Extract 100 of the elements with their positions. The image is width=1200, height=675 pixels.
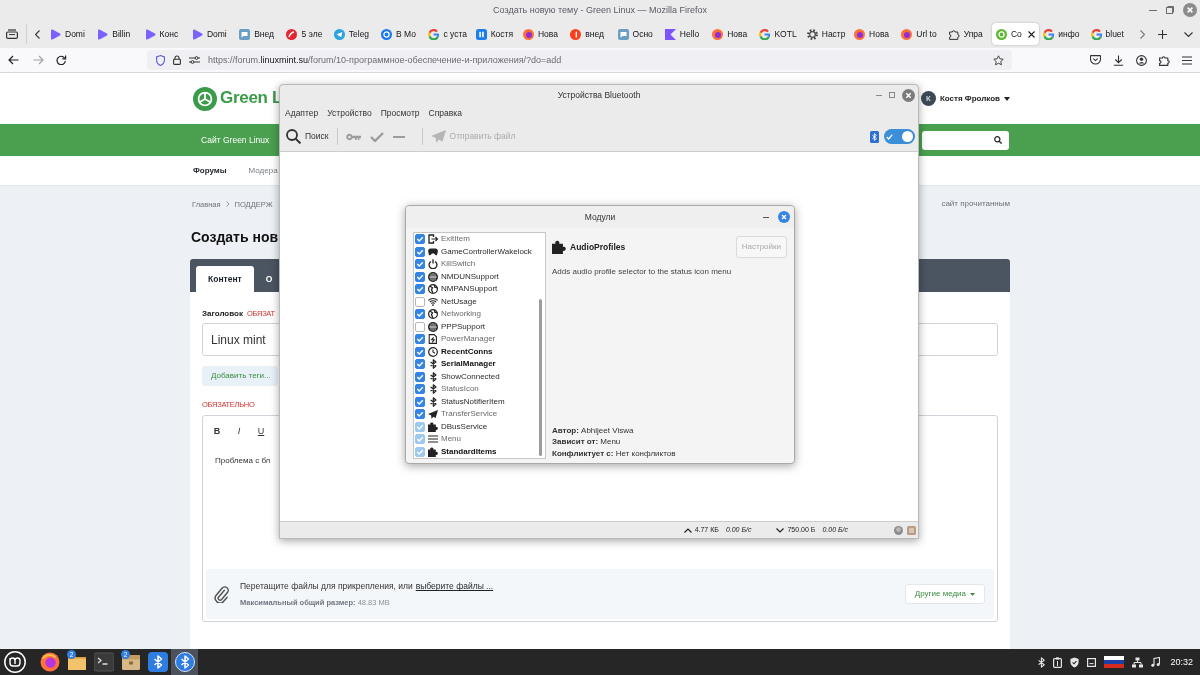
checkbox[interactable] bbox=[415, 384, 425, 395]
menu-item[interactable]: Справка bbox=[428, 108, 462, 119]
search-button[interactable]: Поиск bbox=[286, 129, 329, 144]
checkbox[interactable] bbox=[415, 359, 425, 370]
square-icon[interactable] bbox=[1087, 657, 1097, 667]
checkbox[interactable] bbox=[415, 334, 425, 345]
close-icon[interactable] bbox=[1028, 30, 1036, 38]
plugin-list-item[interactable]: NMDUNSupport bbox=[414, 270, 537, 283]
plugin-list-item[interactable]: ExitItem bbox=[414, 233, 537, 246]
browser-tab[interactable]: Внед bbox=[235, 23, 283, 45]
plugin-list-item[interactable]: RecentConns bbox=[414, 345, 537, 358]
nav-tab[interactable]: Форумы bbox=[193, 165, 227, 176]
lock-icon[interactable] bbox=[173, 55, 181, 65]
flag-icon[interactable] bbox=[1104, 656, 1125, 668]
browser-tab[interactable]: Domi bbox=[46, 23, 94, 45]
power-switch[interactable] bbox=[884, 129, 915, 144]
logo-icon[interactable] bbox=[193, 86, 217, 111]
minimize-icon[interactable] bbox=[763, 216, 769, 218]
menu-item[interactable]: Устройство bbox=[327, 108, 372, 119]
search-field[interactable] bbox=[922, 130, 1009, 150]
reload-icon[interactable] bbox=[56, 55, 67, 65]
format-button[interactable]: I bbox=[228, 425, 250, 437]
download-icon[interactable] bbox=[1113, 54, 1124, 66]
network-icon[interactable] bbox=[1132, 656, 1144, 668]
plugin-list-item[interactable]: KillSwitch bbox=[414, 258, 537, 271]
chevron-down-icon[interactable] bbox=[1183, 31, 1193, 37]
plugin-list-item[interactable]: NMPANSupport bbox=[414, 283, 537, 296]
plugin-list-item[interactable]: ShowConnected bbox=[414, 370, 537, 383]
plugin-list-item[interactable]: PPPSupport bbox=[414, 320, 537, 333]
extensions-icon[interactable] bbox=[1159, 54, 1170, 66]
other-media-button[interactable]: Другие медиа bbox=[904, 584, 985, 604]
user-avatar[interactable]: К bbox=[920, 91, 936, 106]
form-tab[interactable]: О bbox=[263, 266, 275, 292]
browser-tab[interactable]: Co bbox=[991, 23, 1040, 45]
browser-tab[interactable]: Hello bbox=[660, 23, 709, 45]
nav-tab[interactable]: Модера bbox=[248, 165, 278, 176]
minimize-icon[interactable] bbox=[1149, 9, 1157, 11]
browser-tab[interactable]: Нова bbox=[708, 23, 756, 45]
checkbox[interactable] bbox=[415, 409, 425, 420]
account-icon[interactable] bbox=[1136, 54, 1147, 66]
browser-tab[interactable]: инфо bbox=[1039, 23, 1087, 45]
plugin-list-item[interactable]: NetUsage bbox=[414, 295, 537, 308]
browser-tab[interactable]: 5 эле bbox=[282, 23, 330, 45]
checkbox[interactable] bbox=[415, 321, 425, 332]
bluetooth-icon[interactable] bbox=[1038, 656, 1046, 668]
music-note-icon[interactable] bbox=[1151, 657, 1161, 667]
browser-tab[interactable]: Domi bbox=[187, 23, 236, 45]
clock-text[interactable]: 20:32 bbox=[1170, 656, 1193, 668]
checkbox[interactable] bbox=[415, 346, 425, 357]
clipboard-icon[interactable] bbox=[1053, 656, 1063, 668]
browser-tab[interactable]: Настр bbox=[802, 23, 851, 45]
start-menu-icon[interactable] bbox=[4, 651, 26, 673]
form-tab[interactable]: Контент bbox=[196, 266, 254, 292]
plugin-list-item[interactable]: StatusNotifierItem bbox=[414, 395, 537, 408]
checkbox[interactable] bbox=[415, 234, 425, 245]
browser-tab[interactable]: с уста bbox=[424, 23, 472, 45]
plugin-list-item[interactable]: SerialManager bbox=[414, 358, 537, 371]
checkbox[interactable] bbox=[415, 284, 425, 295]
plugin-list-item[interactable]: GameControllerWakelock bbox=[414, 245, 537, 258]
browser-tab[interactable]: Костя bbox=[471, 23, 519, 45]
checkbox[interactable] bbox=[415, 246, 425, 257]
browser-tab[interactable]: Конс bbox=[140, 23, 188, 45]
address-bar[interactable]: https://forum.linuxmint.su/forum/10-программное-обеспечение-и-приложения/?do=add bbox=[147, 50, 1012, 70]
browser-tab[interactable]: Осно bbox=[613, 23, 661, 45]
format-button[interactable]: U bbox=[250, 425, 272, 437]
scrollbar-thumb[interactable] bbox=[539, 299, 542, 456]
browser-tab[interactable]: Нова bbox=[518, 23, 567, 45]
format-button[interactable]: B bbox=[206, 425, 228, 437]
permissions-icon[interactable] bbox=[189, 56, 200, 64]
chevron-right-icon[interactable] bbox=[1139, 29, 1145, 39]
tab-overview-icon[interactable] bbox=[6, 29, 18, 39]
browser-tab[interactable]: Упра bbox=[944, 23, 992, 45]
bookmark-star-icon[interactable] bbox=[993, 54, 1004, 66]
menu-item[interactable]: Просмотр bbox=[380, 108, 420, 119]
minimize-icon[interactable] bbox=[876, 94, 882, 96]
plugin-list-item[interactable]: PowerManager bbox=[414, 333, 537, 346]
browser-tab[interactable]: Нова bbox=[850, 23, 898, 45]
browser-tab[interactable]: bluet bbox=[1086, 23, 1134, 45]
checkbox[interactable] bbox=[415, 309, 425, 320]
browser-tab[interactable]: KOTL bbox=[755, 23, 803, 45]
mark-read-link[interactable]: сайт прочитанным bbox=[941, 199, 1010, 209]
checkbox[interactable] bbox=[415, 371, 425, 382]
taskbar-button[interactable] bbox=[171, 649, 198, 675]
browser-tab[interactable]: Url to bbox=[897, 23, 945, 45]
new-tab-icon[interactable] bbox=[1157, 29, 1167, 39]
choose-files-link[interactable]: выберите файлы ... bbox=[415, 581, 494, 592]
browser-tab[interactable]: Billin bbox=[93, 23, 141, 45]
plugin-list-item[interactable]: StatusIcon bbox=[414, 383, 537, 396]
browser-tab[interactable]: внед bbox=[566, 23, 614, 45]
chevron-left-icon[interactable] bbox=[35, 29, 40, 39]
add-tags-button[interactable]: Добавить теги... bbox=[202, 366, 278, 386]
checkbox[interactable] bbox=[415, 259, 425, 270]
restore-icon[interactable] bbox=[1166, 6, 1174, 14]
menu-icon[interactable] bbox=[1182, 55, 1192, 65]
browser-tab[interactable]: Teleg bbox=[329, 23, 378, 45]
plugin-list-item[interactable]: Networking bbox=[414, 308, 537, 321]
user-name[interactable]: Костя Фролков bbox=[939, 93, 1000, 104]
checkbox[interactable] bbox=[415, 296, 425, 307]
pocket-icon[interactable] bbox=[1090, 55, 1101, 65]
checkbox[interactable] bbox=[415, 271, 425, 282]
